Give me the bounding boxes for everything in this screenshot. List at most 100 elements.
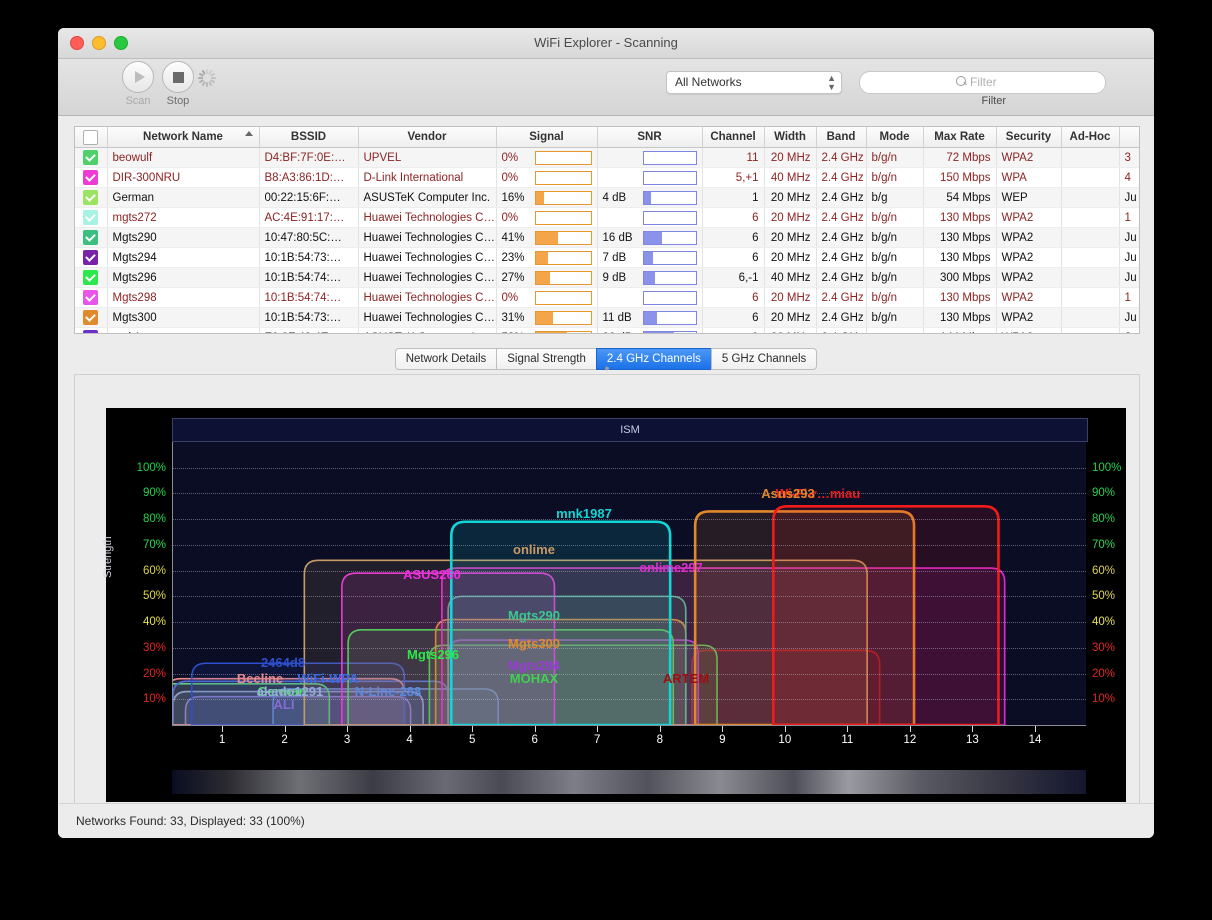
table-row[interactable]: Mgts300 10:1B:54:73:… Huawei Technologies … (75, 307, 1139, 328)
cell-signal: 0% (496, 147, 598, 168)
cell-mode: b/g (866, 187, 924, 208)
x-axis-label-ch8: 8 (656, 734, 663, 746)
cell-mode: b/g/n (866, 307, 924, 328)
stop-button-label: Stop (166, 95, 190, 107)
chart-network-label: onlime (513, 542, 555, 557)
column-header-signal[interactable]: Signal (496, 127, 598, 148)
search-placeholder: Filter (970, 75, 997, 89)
column-header-snr[interactable]: SNR (597, 127, 703, 148)
cell-snr: 9 dB (597, 267, 703, 288)
spectrum-gradient-bar (172, 770, 1086, 794)
table-row[interactable]: Mgts290 10:47:80:5C:… Huawei Technologies … (75, 227, 1139, 248)
chart-network-label: ARTEM (662, 671, 710, 686)
row-color-checkbox[interactable] (75, 327, 108, 333)
cell-bssid: B8:A3:86:1D:… (259, 167, 359, 188)
x-axis-tick (222, 726, 224, 732)
cell-snr (597, 167, 703, 188)
x-axis-tick (534, 726, 536, 732)
row-color-checkbox[interactable] (75, 307, 108, 328)
play-icon (122, 61, 154, 93)
cell-network-name: German (107, 187, 260, 208)
select-all-header[interactable] (75, 127, 108, 148)
column-header-vendor[interactable]: Vendor (358, 127, 497, 148)
channel-chart[interactable]: ISM Strength 100% 90% 80% 70% 60% 50% 40% 30% 20… (102, 408, 1126, 802)
networks-table[interactable]: Network Name BSSID Vendor Signal SNR Cha… (74, 126, 1140, 334)
table-row[interactable]: Mgts296 10:1B:54:74:… Huawei Technologies … (75, 267, 1139, 288)
x-axis-label-ch5: 5 (468, 734, 476, 746)
x-axis-label-ch13: 13 (966, 734, 979, 746)
network-filter-select[interactable]: All Networks ▲ ▼ (666, 71, 842, 94)
search-input[interactable]: Filter (859, 71, 1106, 94)
x-axis-label-ch1: 1 (218, 734, 226, 746)
y-axis-tick-80: 80% (142, 513, 166, 526)
column-header-network-name[interactable]: Network Name (107, 127, 260, 148)
cell-network-name: mnk1 (107, 327, 260, 333)
x-axis-label-ch10: 10 (778, 734, 792, 746)
y-axis-tick-40: 40% (1092, 616, 1116, 629)
table-row[interactable]: mnk1E0:3F:49:4E:…ASUSTeK Computer Inc.58… (75, 327, 1139, 333)
table-row[interactable]: Mgts294 10:1B:54:73:… Huawei Technologies … (75, 247, 1139, 268)
row-color-checkbox[interactable] (75, 167, 108, 188)
y-axis-tick-60: 60% (142, 564, 166, 577)
stop-button[interactable]: Stop (154, 61, 202, 107)
x-axis-tick (1034, 726, 1036, 732)
cell-channel: 9 (702, 327, 765, 333)
cell-vendor: Huawei Technologies C… (358, 307, 497, 328)
row-color-checkbox[interactable] (75, 227, 108, 248)
column-header-channel[interactable]: Channel (702, 127, 765, 148)
cell-snr: 4 dB (597, 187, 703, 208)
cell-extra: Ju (1119, 307, 1139, 328)
chart-network-label: ALI (273, 697, 295, 712)
row-color-checkbox[interactable] (75, 147, 108, 168)
cell-width: 20 MHz (764, 307, 817, 328)
gridline (173, 596, 1086, 598)
column-header-bssid[interactable]: BSSID (259, 127, 359, 148)
table-row[interactable]: German 00:22:15:6F:… ASUSTeK Computer Inc.… (75, 187, 1139, 208)
y-axis-tick-40: 40% (142, 616, 166, 629)
column-header-adhoc[interactable]: Ad-Hoc (1061, 127, 1120, 148)
cell-channel: 6,-1 (702, 267, 765, 288)
cell-network-name: Mgts290 (107, 227, 260, 248)
cell-max-rate: 72 Mbps (923, 147, 997, 168)
column-header-security[interactable]: Security (996, 127, 1062, 148)
column-header-band[interactable]: Band (816, 127, 867, 148)
status-bar: Networks Found: 33, Displayed: 33 (100%) (58, 803, 1154, 838)
cell-security: WPA2 (996, 227, 1062, 248)
cell-extra: Ju (1119, 187, 1139, 208)
column-header-width[interactable]: Width (764, 127, 817, 148)
cell-network-name: DIR-300NRU (107, 167, 260, 188)
cell-security: WPA2 (996, 207, 1062, 228)
table-row[interactable]: beowulf D4:BF:7F:0E:… UPVEL 0% 11 20 MHz 2.4 G… (75, 147, 1139, 168)
row-color-checkbox[interactable] (75, 247, 108, 268)
cell-mode: b/g/n (866, 207, 924, 228)
chart-network-label: MOHAX (509, 671, 559, 686)
row-color-checkbox[interactable] (75, 207, 108, 228)
cell-band: 2.4 GHz (816, 287, 867, 308)
cell-channel: 5,+1 (702, 167, 765, 188)
y-axis-title: Strength (102, 536, 114, 578)
table-row[interactable]: mgts272 AC:4E:91:17:… Huawei Technologies … (75, 207, 1139, 228)
table-row[interactable]: Mgts298 10:1B:54:74:… Huawei Technologies … (75, 287, 1139, 308)
gridline (173, 519, 1086, 521)
cell-vendor: D-Link International (358, 167, 497, 188)
row-color-checkbox[interactable] (75, 187, 108, 208)
cell-vendor: Huawei Technologies C… (358, 267, 497, 288)
chevron-updown-icon: ▲ ▼ (827, 73, 836, 92)
column-header-max-rate[interactable]: Max Rate (923, 127, 997, 148)
cell-band: 2.4 GHz (816, 147, 867, 168)
y-axis-tick-90: 90% (1092, 487, 1116, 500)
column-header-extra[interactable] (1119, 127, 1139, 148)
row-color-checkbox[interactable] (75, 267, 108, 288)
desktop-background: WiFi Explorer - Scanning Scan Stop All N… (0, 0, 1212, 920)
column-header-mode[interactable]: Mode (866, 127, 924, 148)
table-row[interactable]: DIR-300NRU B8:A3:86:1D:… D-Link Internatio… (75, 167, 1139, 188)
x-axis-tick (659, 726, 661, 732)
chart-panel: ● ISM Strength 100% 90% 80% 70% 60% 50% 40% 30%… (74, 363, 1140, 806)
cell-mode: n (866, 327, 924, 333)
select-all-checkbox[interactable] (83, 129, 99, 145)
cell-adhoc (1061, 227, 1120, 248)
cell-network-name: mgts272 (107, 207, 260, 228)
cell-vendor: UPVEL (358, 147, 497, 168)
row-color-checkbox[interactable] (75, 287, 108, 308)
y-axis-tick-70: 70% (142, 538, 166, 551)
